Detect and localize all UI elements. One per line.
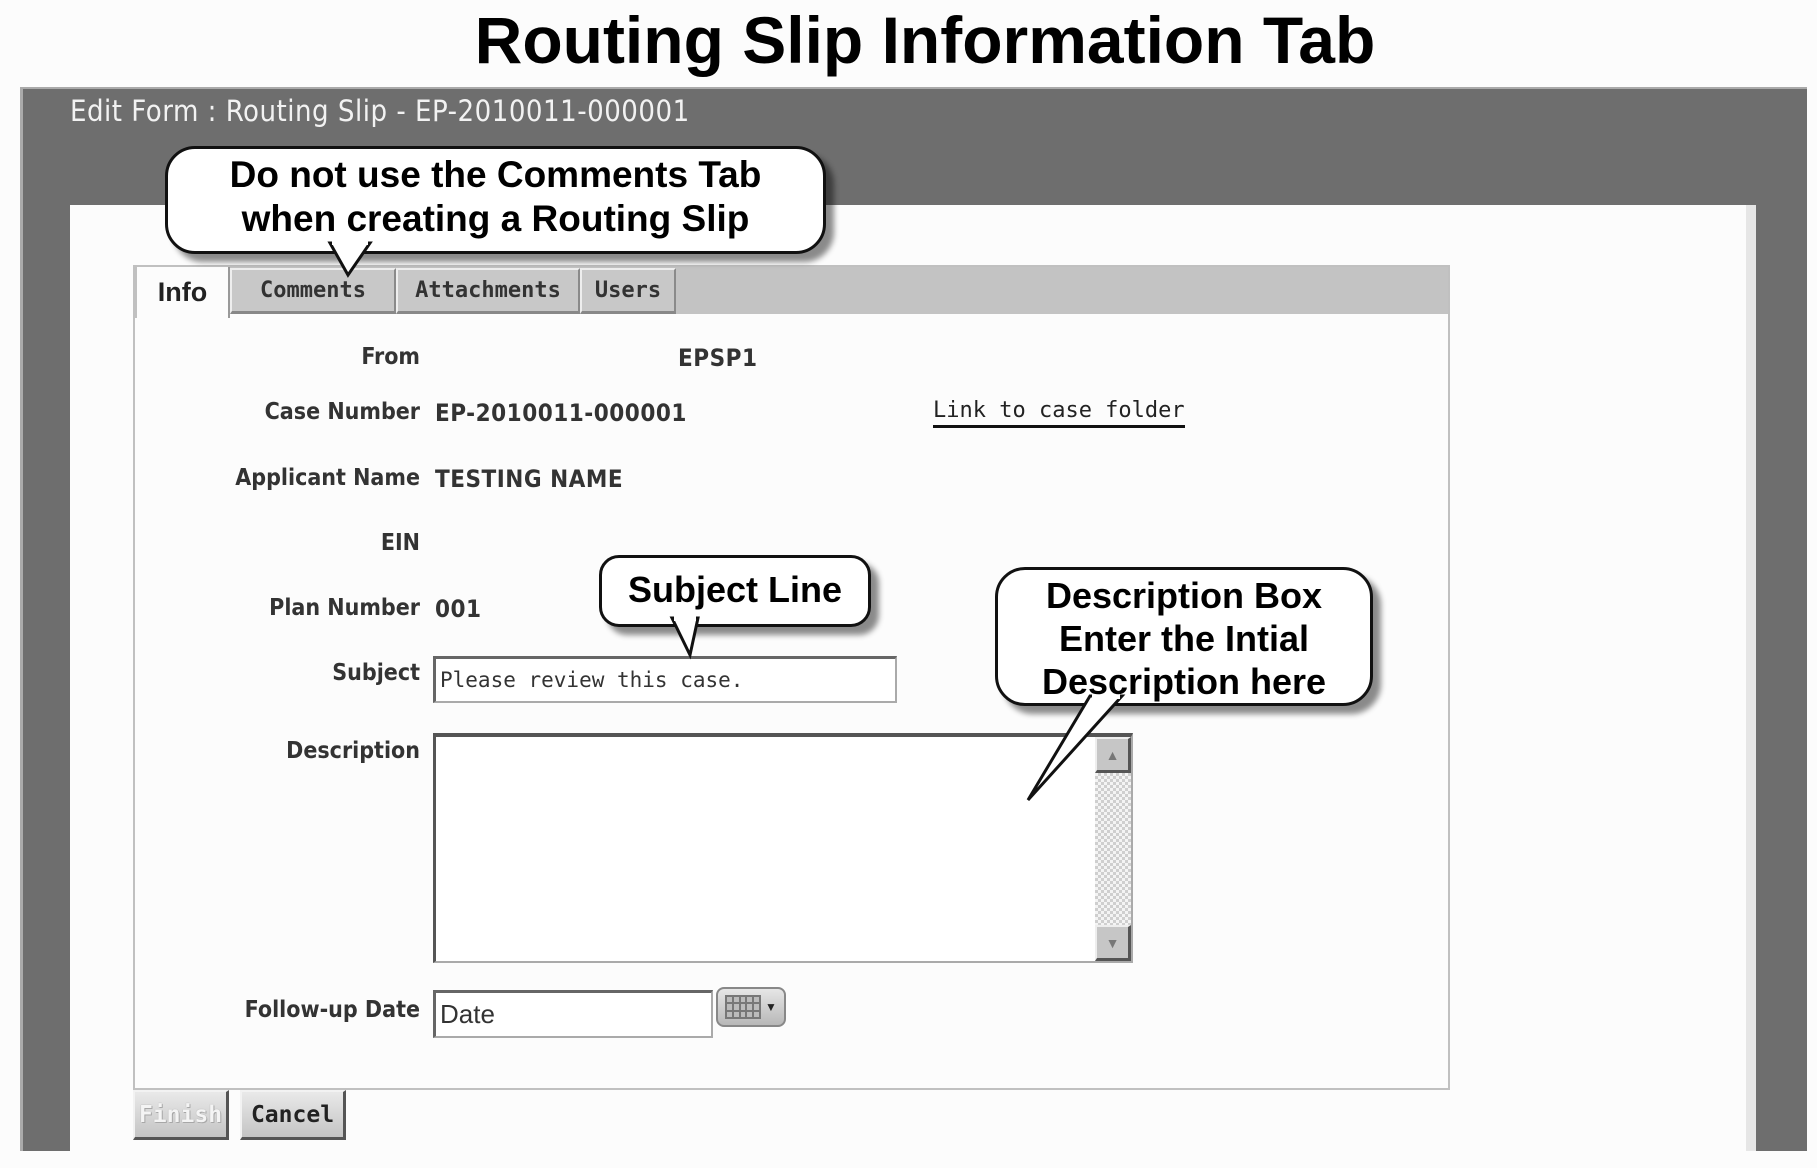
case-number-label: Case Number: [264, 399, 420, 425]
calendar-picker-button[interactable]: ▼: [716, 987, 786, 1027]
subject-input[interactable]: [433, 656, 897, 703]
callout-description-pointer: [1026, 692, 1126, 802]
callout-comments-warning: Do not use the Comments Tab when creatin…: [165, 146, 826, 254]
link-to-case-folder[interactable]: Link to case folder: [933, 398, 1185, 428]
from-label: From: [361, 344, 420, 370]
followup-date-label: Follow-up Date: [244, 997, 420, 1023]
callout-comments-line1: Do not use the Comments Tab: [229, 154, 762, 195]
callout-comments-pointer: [327, 240, 373, 278]
dropdown-arrow-icon: ▼: [765, 1000, 777, 1014]
callout-description-line3: Description here: [1041, 661, 1327, 703]
calendar-icon: [725, 995, 762, 1019]
subject-label: Subject: [332, 660, 420, 686]
callout-subject-text: Subject Line: [627, 569, 843, 610]
plan-number-value: 001: [435, 595, 482, 623]
applicant-name-label: Applicant Name: [235, 465, 420, 491]
finish-button[interactable]: Finish: [133, 1090, 229, 1140]
plan-number-label: Plan Number: [269, 595, 420, 621]
description-label: Description: [286, 738, 420, 764]
tab-info[interactable]: Info: [135, 267, 230, 318]
callout-description-line2: Enter the Intial: [1058, 618, 1310, 660]
cancel-button[interactable]: Cancel: [240, 1090, 346, 1140]
ein-label: EIN: [380, 530, 420, 556]
followup-date-input[interactable]: [433, 990, 713, 1038]
case-number-value: EP-2010011-000001: [435, 399, 687, 427]
page-title: Routing Slip Information Tab: [474, 3, 1376, 77]
callout-subject-pointer: [669, 615, 700, 660]
tab-users[interactable]: Users: [580, 268, 676, 314]
callout-comments-line2: when creating a Routing Slip: [241, 198, 750, 240]
from-value: EPSP1: [678, 344, 758, 372]
window-title: Edit Form : Routing Slip - EP-2010011-00…: [70, 94, 690, 128]
scroll-down-arrow-icon[interactable]: ▼: [1095, 925, 1131, 961]
tab-attachments[interactable]: Attachments: [396, 268, 580, 314]
applicant-name-value: TESTING NAME: [435, 465, 624, 493]
callout-subject-line: Subject Line: [599, 555, 871, 627]
callout-description-box: Description Box Enter the Intial Descrip…: [995, 567, 1373, 706]
callout-description-line1: Description Box: [1045, 575, 1323, 616]
